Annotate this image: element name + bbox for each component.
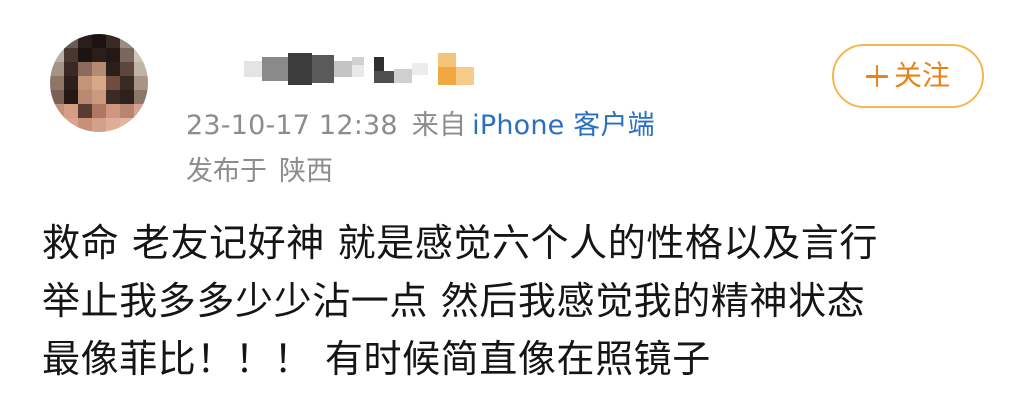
post-meta: 23-10-17 12:38 来自 iPhone 客户端 bbox=[186, 103, 655, 142]
location-value: 陕西 bbox=[279, 156, 333, 187]
post-text-line: 救命 老友记好神 就是感觉六个人的性格以及言行 bbox=[42, 221, 878, 265]
user-avatar[interactable] bbox=[50, 34, 148, 132]
location-prefix: 发布于 bbox=[186, 156, 267, 187]
post-content: 救命 老友记好神 就是感觉六个人的性格以及言行 举止我多多少少沾一点 然后我感觉… bbox=[42, 214, 1002, 388]
source-client-link[interactable]: iPhone 客户端 bbox=[472, 110, 655, 141]
plus-icon bbox=[865, 65, 888, 87]
source-prefix: 来自 bbox=[411, 110, 467, 141]
post-text-line: 举止我多多少少沾一点 然后我感觉我的精神状态 bbox=[42, 279, 866, 323]
post-location: 发布于 陕西 bbox=[186, 149, 333, 188]
post-text-line: 最像菲比！！！ 有时候简直像在照镜子 bbox=[42, 337, 711, 381]
follow-button[interactable]: 关注 bbox=[832, 44, 984, 108]
follow-label: 关注 bbox=[893, 59, 950, 92]
username-redacted[interactable] bbox=[244, 53, 476, 85]
post-timestamp: 23-10-17 12:38 bbox=[186, 110, 398, 141]
